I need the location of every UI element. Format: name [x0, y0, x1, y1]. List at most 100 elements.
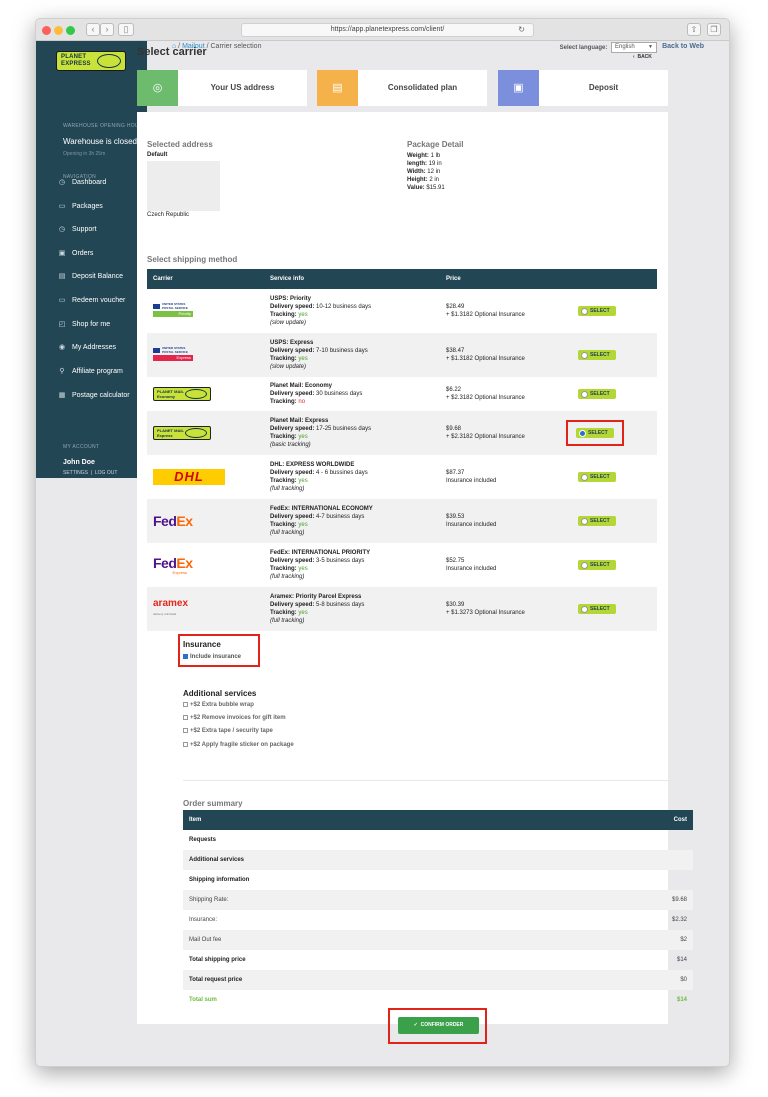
calculator-icon: ▦	[58, 392, 66, 399]
service-name: FedEx: INTERNATIONAL PRIORITY	[270, 550, 371, 556]
select-carrier-button[interactable]: SELECT	[578, 516, 616, 526]
additional-service-checkbox[interactable]: +$2 Remove invoices for gift item	[183, 715, 286, 721]
summary-cost	[438, 870, 693, 890]
share-icon[interactable]: ⇧	[687, 23, 701, 36]
select-carrier-button[interactable]: SELECT	[578, 472, 616, 482]
select-carrier-button[interactable]: SELECT	[578, 350, 616, 360]
sidebar-item-label: Redeem voucher	[72, 297, 126, 304]
select-carrier-button[interactable]: SELECT	[578, 306, 616, 316]
tracking-value: no	[298, 399, 306, 405]
step-consolidated-plan[interactable]: ▤ Consolidated plan	[317, 70, 487, 106]
tabs-icon[interactable]: ❐	[707, 23, 721, 36]
sidebar-toggle-icon[interactable]: ▯	[118, 23, 134, 36]
tracking-note: (full tracking)	[270, 618, 305, 624]
shipping-row: DHL DHL: EXPRESS WORLDWIDE Delivery speed:…	[147, 455, 657, 499]
summary-row: Total sum $14	[183, 990, 693, 1010]
select-wrap: SELECT	[578, 389, 616, 399]
price-cell: $6.22 + $2.3182 Optional Insurance	[440, 377, 572, 411]
account-links: SETTINGS | LOG OUT	[63, 470, 118, 476]
carrier-cell: FedEx	[147, 499, 264, 543]
select-carrier-button[interactable]: SELECT	[578, 560, 616, 570]
sidebar-item-redeem-voucher[interactable]: ▭ Redeem voucher	[58, 295, 143, 307]
step-deposit[interactable]: ▣ Deposit	[498, 70, 668, 106]
service-info-cell: DHL: EXPRESS WORLDWIDE Delivery speed: 4 …	[270, 462, 368, 492]
check-icon: ✓	[413, 1022, 418, 1028]
summary-row: Total shipping price $14	[183, 950, 693, 970]
select-wrap: SELECT	[578, 604, 616, 614]
step-label: Your US address	[210, 83, 275, 92]
price-cell: $38.47 + $1.3182 Optional Insurance	[440, 333, 572, 377]
back-to-web-link[interactable]: Back to Web	[662, 43, 704, 50]
step-us-address[interactable]: ◎ Your US address	[137, 70, 307, 106]
tracking-note: (full tracking)	[270, 574, 305, 580]
sidebar-item-support[interactable]: ◷Support›	[58, 224, 143, 236]
divider	[183, 780, 693, 781]
price: $87.37	[446, 470, 465, 476]
select-cell: SELECT	[572, 499, 657, 543]
tracking-value: yes	[298, 434, 308, 440]
select-cell: SELECT	[572, 543, 657, 587]
selected-highlight: SELECT	[566, 420, 624, 446]
package-detail-line: Value: $15.91	[407, 185, 445, 191]
include-insurance-checkbox[interactable]: Include insurance	[183, 654, 241, 660]
reload-icon[interactable]: ↻	[518, 24, 525, 36]
bag-icon: ◰	[58, 321, 66, 328]
browser-toolbar: ‹ › ▯ https://app.planetexpress.com/clie…	[36, 19, 729, 41]
additional-service-checkbox[interactable]: +$2 Extra tape / security tape	[183, 728, 273, 734]
shipping-table: Carrier Service info Price UNITED STATES P…	[147, 269, 657, 631]
additional-service-checkbox[interactable]: +$2 Extra bubble wrap	[183, 702, 254, 708]
delivery-speed: 5-8 business days	[316, 602, 365, 608]
sidebar-item-packages[interactable]: ▭Packages›	[58, 201, 143, 213]
select-carrier-button[interactable]: SELECT	[578, 389, 616, 399]
additional-service-checkbox[interactable]: +$2 Apply fragile sticker on package	[183, 742, 294, 748]
settings-link[interactable]: SETTINGS	[63, 470, 88, 476]
step-label: Consolidated plan	[387, 83, 458, 92]
order-summary-table: Item Cost Requests Additional services Shi…	[183, 810, 693, 1010]
sidebar-item-orders[interactable]: ▣ Orders	[58, 248, 143, 260]
summary-item: Additional services	[183, 850, 438, 870]
close-window-button[interactable]	[42, 26, 51, 35]
package-icon: ▭	[58, 203, 66, 210]
sidebar-item-dashboard[interactable]: ◷ Dashboard	[58, 177, 143, 189]
usps-logo: UNITED STATES POSTAL SERVICE Express	[153, 346, 211, 363]
summary-cost: $14	[676, 997, 687, 1003]
tracking-value: yes	[298, 610, 308, 616]
select-carrier-button[interactable]: SELECT	[578, 604, 616, 614]
back-button[interactable]: ‹ BACK	[633, 54, 652, 60]
carrier-cell: DHL	[147, 455, 264, 499]
planet-icon	[185, 428, 207, 438]
logout-link[interactable]: LOG OUT	[95, 470, 118, 476]
carrier-cell: UNITED STATES POSTAL SERVICE Priority	[147, 289, 264, 333]
planet-express-logo[interactable]: PLANET EXPRESS	[56, 51, 126, 71]
package-detail-line: Height: 2 in	[407, 177, 440, 183]
sidebar-item-my-addresses[interactable]: ◉ My Addresses	[58, 342, 143, 354]
shipping-row: UNITED STATES POSTAL SERVICE Priority USPS…	[147, 289, 657, 333]
language-select[interactable]: English ▼	[611, 42, 657, 53]
tracking-note: (full tracking)	[270, 486, 305, 492]
insurance-note: + $1.3273 Optional Insurance	[446, 610, 525, 616]
price-cell: $30.39 + $1.3273 Optional Insurance	[440, 587, 572, 631]
price: $38.47	[446, 348, 465, 354]
address-bar[interactable]: https://app.planetexpress.com/client/ ↻	[241, 23, 534, 37]
sidebar-item-shop-for-me[interactable]: ◰ Shop for me	[58, 319, 143, 331]
sidebar-item-affiliate-program[interactable]: ⚲Affiliate program›	[58, 366, 143, 378]
confirm-order-button[interactable]: ✓ CONFIRM ORDER	[398, 1017, 479, 1034]
summary-item: Total request price	[183, 970, 438, 990]
select-cell: SELECT	[572, 377, 657, 411]
service-info-cell: Planet Mail: Express Delivery speed: 17-2…	[264, 411, 440, 455]
insurance-highlight	[178, 634, 260, 667]
summary-cost	[438, 830, 693, 850]
select-wrap: SELECT	[578, 472, 616, 482]
forward-arrow-icon[interactable]: ›	[100, 23, 114, 36]
sidebar-item-postage-calculator[interactable]: ▦ Postage calculator	[58, 390, 143, 402]
sidebar-item-label: Packages	[72, 203, 103, 210]
select-carrier-button[interactable]: SELECT	[576, 428, 614, 438]
minimize-window-button[interactable]	[54, 26, 63, 35]
column-header-cost: Cost	[438, 810, 693, 830]
affiliate-icon: ⚲	[59, 368, 65, 375]
maximize-window-button[interactable]	[66, 26, 75, 35]
address-heading: Selected address	[147, 140, 213, 149]
sidebar-item-deposit-balance[interactable]: ▤ Deposit Balance	[58, 271, 143, 283]
back-arrow-icon[interactable]: ‹	[86, 23, 100, 36]
shipping-row: UNITED STATES POSTAL SERVICE Express USPS:…	[147, 333, 657, 377]
